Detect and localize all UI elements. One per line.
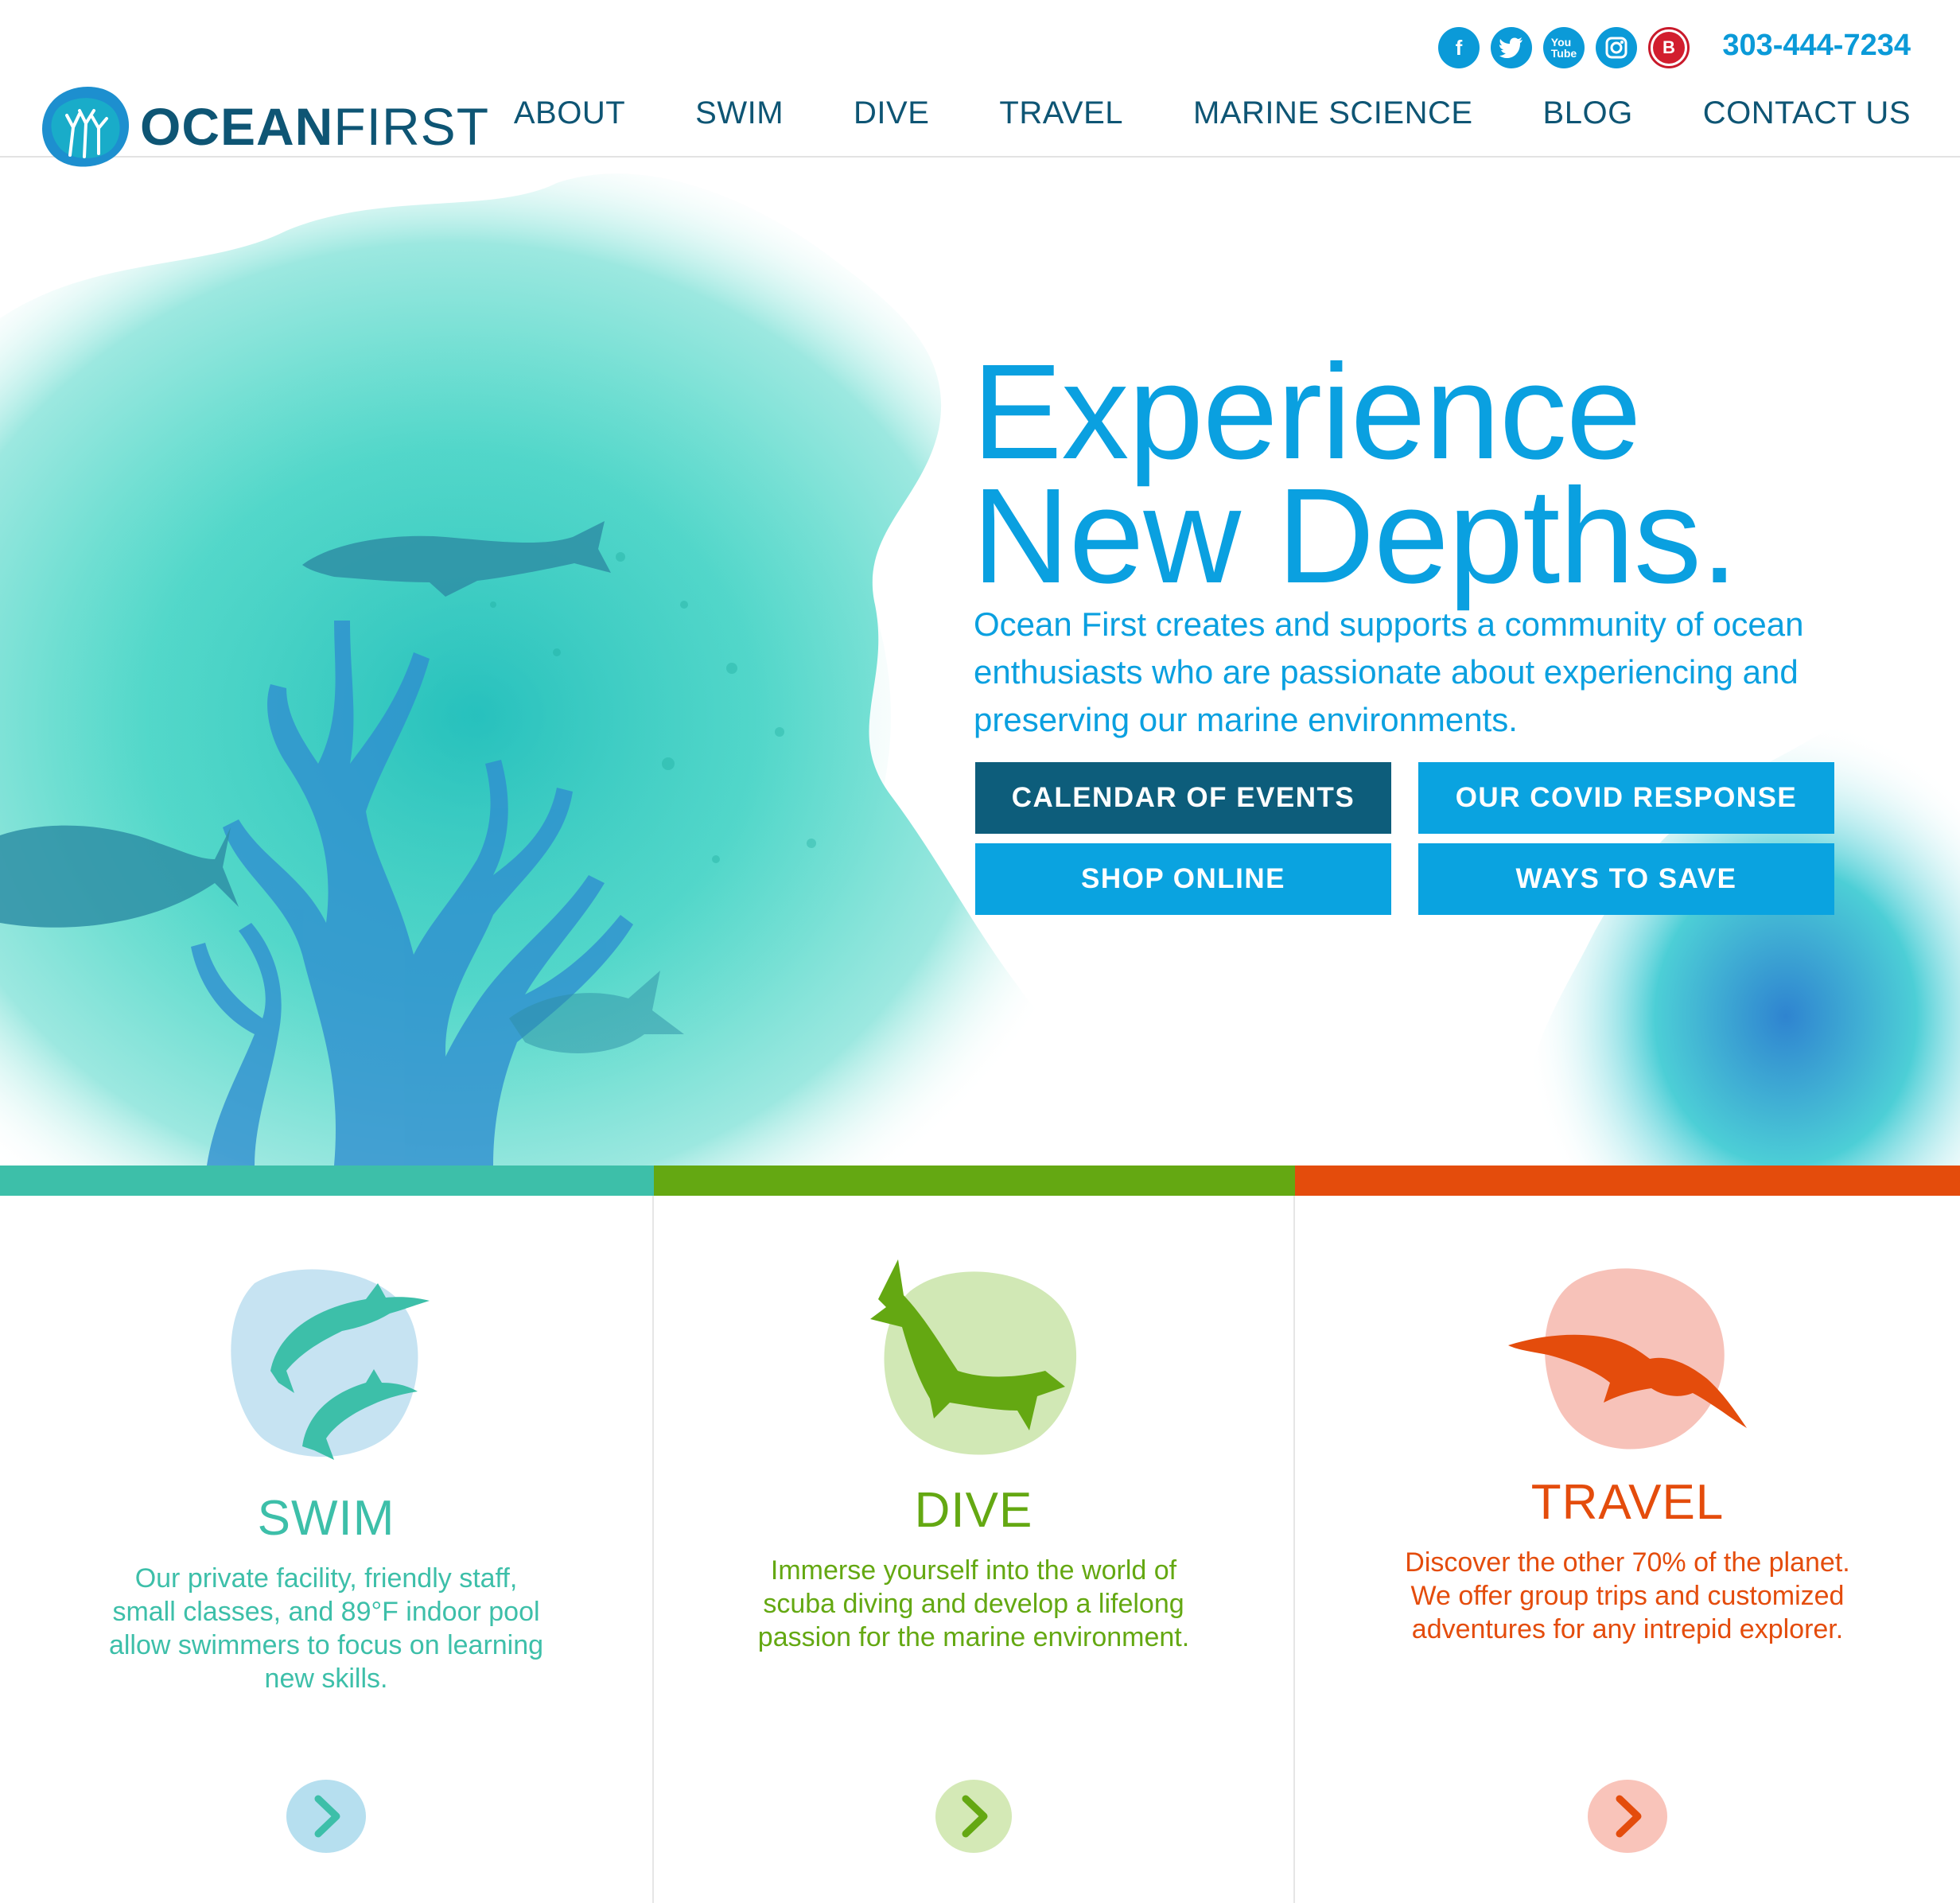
travel-card[interactable]: TRAVEL Discover the other 70% of the pla… <box>1295 1196 1960 1903</box>
phone-number-link[interactable]: 303-444-7234 <box>1722 29 1911 63</box>
swim-description: Our private facility, friendly staff, sm… <box>108 1563 544 1694</box>
hero-description: Ocean First creates and supports a commu… <box>974 605 1804 738</box>
dive-card[interactable]: DIVE Immerse yourself into the world of … <box>654 1196 1295 1903</box>
dolphins-icon <box>231 1269 430 1460</box>
ocean-first-logo[interactable]: OCEANFIRST <box>38 84 489 169</box>
site-header: OCEANFIRST f You Tube B 303-444-7234 ABOU… <box>0 0 1960 167</box>
swim-card[interactable]: SWIM Our private facility, friendly staf… <box>0 1196 654 1903</box>
whale-icon <box>870 1259 1077 1455</box>
shop-online-button[interactable]: SHOP ONLINE <box>975 843 1391 915</box>
dive-description: Immerse yourself into the world of scuba… <box>757 1555 1190 1652</box>
facebook-icon[interactable]: f <box>1438 27 1480 68</box>
nav-marine-science[interactable]: MARINE SCIENCE <box>1193 95 1473 131</box>
hero-headline-line2: New Depths. <box>972 461 1738 612</box>
covid-response-button[interactable]: OUR COVID RESPONSE <box>1418 762 1834 834</box>
coral-logo-icon <box>42 86 130 167</box>
nav-contact-us[interactable]: CONTACT US <box>1703 95 1911 131</box>
youtube-icon[interactable]: You Tube <box>1543 27 1585 68</box>
swim-arrow-button[interactable] <box>282 1777 370 1856</box>
travel-title: TRAVEL <box>1530 1475 1725 1530</box>
bird-icon <box>1508 1268 1747 1450</box>
travel-color-strip <box>1295 1166 1960 1196</box>
hero-section: Experience New Depths. Ocean First creat… <box>0 159 1960 1166</box>
blue-ocean-network-icon[interactable]: B <box>1648 27 1690 68</box>
instagram-icon[interactable] <box>1596 27 1637 68</box>
program-cards: SWIM Our private facility, friendly staf… <box>0 1196 1960 1903</box>
twitter-icon[interactable] <box>1491 27 1532 68</box>
main-nav: ABOUT SWIM DIVE TRAVEL MARINE SCIENCE BL… <box>514 95 1911 131</box>
dive-arrow-button[interactable] <box>930 1777 1017 1856</box>
dive-color-strip <box>654 1166 1295 1196</box>
hero-headline: Experience New Depths. <box>972 337 1738 612</box>
ways-to-save-button[interactable]: WAYS TO SAVE <box>1418 843 1834 915</box>
swim-color-strip <box>0 1166 654 1196</box>
travel-description: Discover the other 70% of the planet. We… <box>1405 1547 1850 1644</box>
swim-title: SWIM <box>257 1491 395 1546</box>
calendar-of-events-button[interactable]: CALENDAR OF EVENTS <box>975 762 1391 834</box>
hero-headline-line1: Experience <box>972 337 1642 488</box>
logo-wordmark: OCEANFIRST <box>140 97 490 156</box>
section-color-bar <box>0 1166 1960 1196</box>
nav-blog[interactable]: BLOG <box>1543 95 1633 131</box>
travel-arrow-button[interactable] <box>1584 1777 1671 1856</box>
nav-about[interactable]: ABOUT <box>514 95 625 131</box>
nav-swim[interactable]: SWIM <box>695 95 784 131</box>
nav-travel[interactable]: TRAVEL <box>999 95 1123 131</box>
nav-dive[interactable]: DIVE <box>854 95 929 131</box>
social-links: f You Tube B <box>1438 27 1690 68</box>
dive-title: DIVE <box>914 1483 1033 1538</box>
